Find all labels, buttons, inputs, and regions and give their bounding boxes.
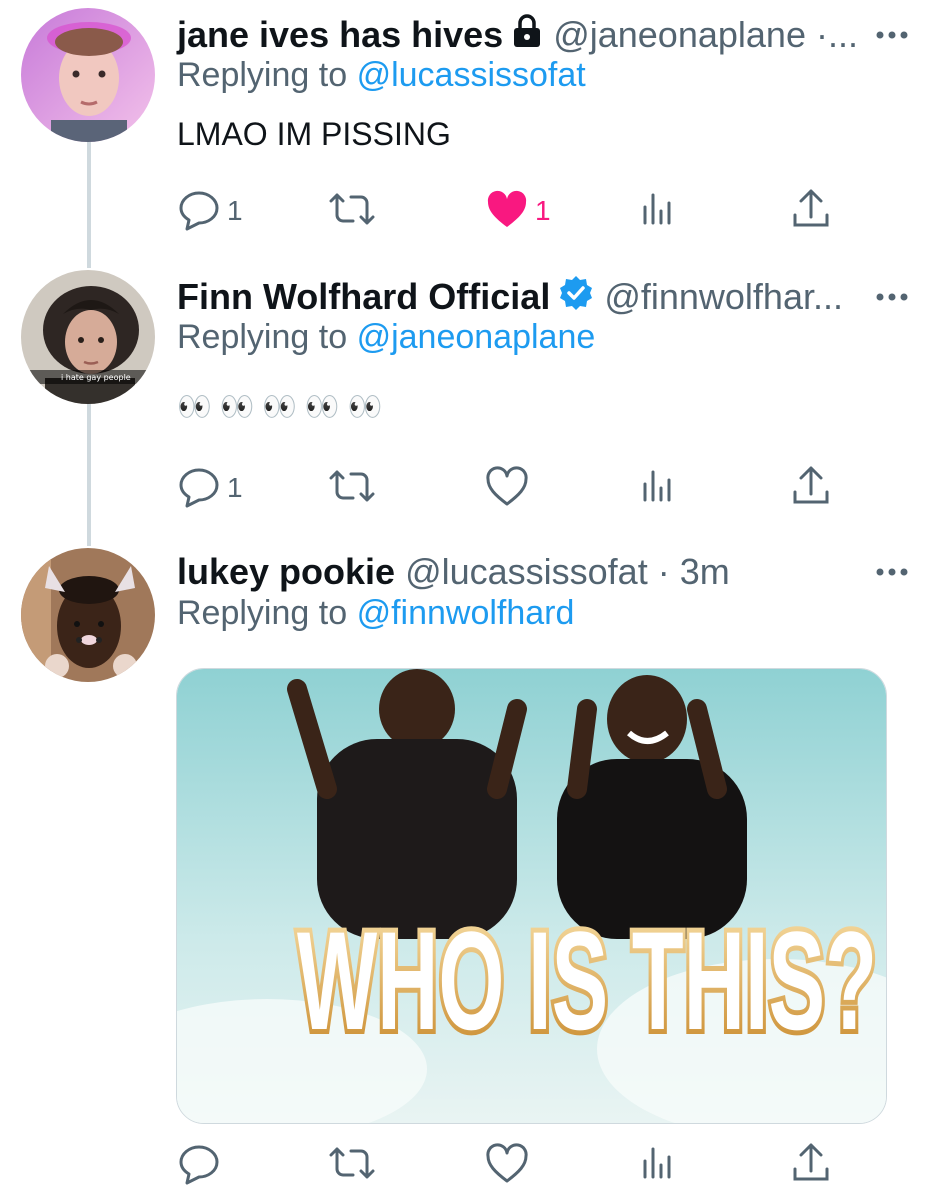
more-icon[interactable] [874,275,910,319]
retweet-button[interactable] [329,186,375,236]
like-button[interactable] [485,1140,529,1190]
handle[interactable]: @finnwolfhar... [604,276,843,318]
avatar[interactable] [21,8,155,142]
reply-icon [177,464,221,513]
reply-count: 1 [227,472,243,503]
share-button[interactable] [791,1140,831,1190]
more-icon[interactable] [874,550,910,594]
retweet-icon [329,464,375,513]
reply-button[interactable]: 1 [177,463,243,513]
share-icon [791,464,831,513]
retweet-button[interactable] [329,1140,375,1190]
like-count: 1 [535,195,551,226]
action-bar: 1 [177,463,837,513]
handle[interactable]: @lucassissofat · 3m [405,551,730,593]
display-name[interactable]: Finn Wolfhard Official [177,276,550,318]
retweet-icon [329,1141,375,1190]
action-bar [177,1140,837,1190]
replying-label: Replying to [177,594,348,632]
reply-icon [177,187,221,236]
stats-icon [639,187,675,236]
tweet-header: jane ives has hives @janeonaplane ·... [177,13,858,57]
verified-icon [558,275,594,320]
handle[interactable]: @janeonaplane ·... [553,14,858,56]
mention-link[interactable]: @finnwolfhard [357,594,575,632]
replying-to: Replying to @lucassissofat [177,56,586,95]
replying-label: Replying to [177,318,348,356]
lock-icon [511,13,543,57]
image-text: WHO IS THIS? [297,902,877,1059]
avatar-caption: i hate gay people [61,373,131,382]
stats-icon [639,464,675,513]
avatar[interactable]: i hate gay people [21,270,155,404]
tweet-text: 👀 👀 👀 👀 👀 [177,391,383,422]
heart-filled-icon [485,187,529,236]
tweet-image[interactable]: WHO IS THIS? [176,668,887,1124]
heart-icon [485,1141,529,1190]
tweet-header: Finn Wolfhard Official @finnwolfhar... [177,275,843,319]
thread-line [87,142,91,268]
mention-link[interactable]: @janeonaplane [357,318,596,356]
share-button[interactable] [791,186,831,236]
stats-button[interactable] [639,186,675,236]
avatar[interactable] [21,548,155,682]
tweet-header: lukey pookie @lucassissofat · 3m [177,550,730,594]
thread-line [87,404,91,546]
tweet-text: LMAO IM PISSING [177,116,451,152]
share-icon [791,187,831,236]
replying-label: Replying to [177,56,348,94]
replying-to: Replying to @finnwolfhard [177,594,574,633]
stats-icon [639,1141,675,1190]
more-icon[interactable] [874,13,910,57]
reply-icon [177,1141,221,1190]
action-bar: 1 1 [177,186,837,236]
stats-button[interactable] [639,1140,675,1190]
retweet-button[interactable] [329,463,375,513]
display-name[interactable]: lukey pookie [177,551,395,593]
reply-button[interactable] [177,1140,221,1190]
like-button[interactable]: 1 [485,186,551,236]
reply-count: 1 [227,195,243,226]
heart-icon [485,464,529,513]
mention-link[interactable]: @lucassissofat [357,56,586,94]
like-button[interactable] [485,463,529,513]
replying-to: Replying to @janeonaplane [177,318,595,357]
reply-button[interactable]: 1 [177,186,243,236]
share-icon [791,1141,831,1190]
stats-button[interactable] [639,463,675,513]
retweet-icon [329,187,375,236]
display-name[interactable]: jane ives has hives [177,14,503,56]
share-button[interactable] [791,463,831,513]
